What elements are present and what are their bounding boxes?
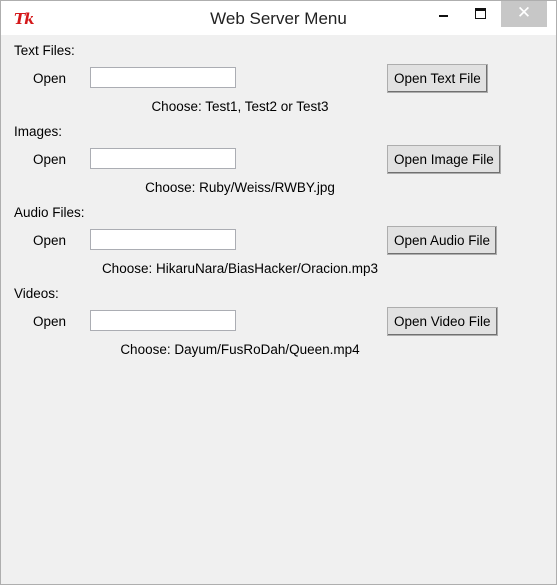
minimize-button[interactable] <box>429 1 457 27</box>
open-image-file-button[interactable]: Open Image File <box>387 145 501 174</box>
close-icon: ✕ <box>516 3 532 23</box>
image-open-label: Open <box>33 152 67 167</box>
audio-files-label: Audio Files: <box>14 205 85 220</box>
images-hint: Choose: Ruby/Weiss/RWBY.jpg <box>145 180 335 195</box>
main-panel: Text Files: Open Open Text File Choose: … <box>1 35 556 584</box>
app-window: Tk Web Server Menu ✕ Text Files: Open Op… <box>0 0 557 585</box>
audio-file-input[interactable] <box>90 229 236 250</box>
image-file-input[interactable] <box>90 148 236 169</box>
title-bar[interactable]: Tk Web Server Menu ✕ <box>1 1 556 35</box>
images-label: Images: <box>14 124 63 139</box>
text-open-label: Open <box>33 71 67 86</box>
open-audio-file-button[interactable]: Open Audio File <box>387 226 498 255</box>
close-button[interactable]: ✕ <box>501 1 547 27</box>
audio-files-hint: Choose: HikaruNara/BiasHacker/Oracion.mp… <box>101 261 379 276</box>
text-files-label: Text Files: <box>14 43 75 58</box>
audio-open-label: Open <box>33 233 67 248</box>
text-files-hint: Choose: Test1, Test2 or Test3 <box>151 99 329 114</box>
maximize-icon <box>475 8 486 19</box>
videos-label: Videos: <box>14 286 59 301</box>
video-file-input[interactable] <box>90 310 236 331</box>
open-text-file-button[interactable]: Open Text File <box>387 64 488 93</box>
open-video-file-button[interactable]: Open Video File <box>387 307 498 336</box>
videos-hint: Choose: Dayum/FusRoDah/Queen.mp4 <box>120 342 360 357</box>
maximize-button[interactable] <box>466 1 494 27</box>
video-open-label: Open <box>33 314 67 329</box>
text-file-input[interactable] <box>90 67 236 88</box>
minimize-icon <box>439 15 448 17</box>
